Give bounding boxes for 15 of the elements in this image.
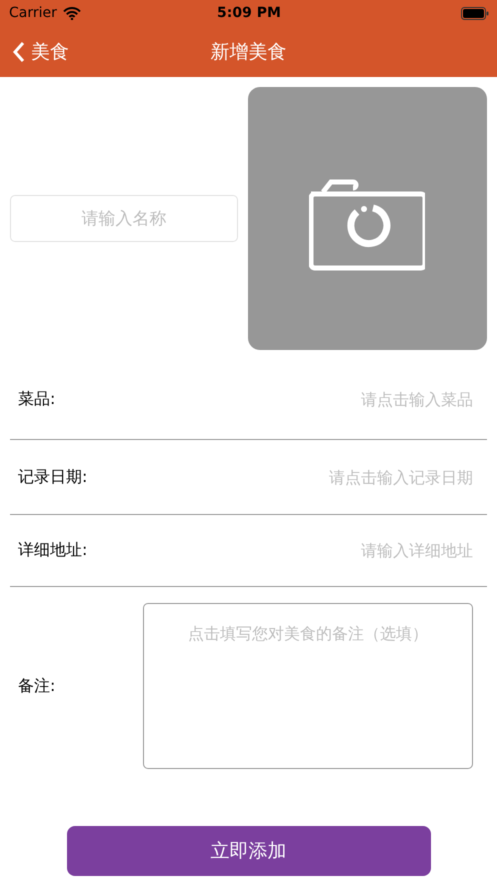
page-title: 新增美食 [210, 40, 286, 64]
back-button[interactable]: 美食 [12, 38, 69, 64]
clock-label: 5:09 PM [217, 5, 281, 21]
field-label: 记录日期: [18, 466, 88, 488]
field-label: 备注: [18, 676, 56, 696]
wifi-icon [62, 6, 81, 20]
name-field[interactable]: 请输入名称 [10, 195, 238, 242]
chevron-left-icon [12, 40, 25, 62]
carrier-label: Carrier [9, 5, 57, 21]
submit-button[interactable]: 立即添加 [66, 826, 430, 876]
photo-upload-button[interactable] [248, 87, 487, 350]
note-field[interactable]: 点击填写您对美食的备注（选填） [143, 603, 473, 769]
field-label: 详细地址: [18, 540, 88, 561]
battery-icon [460, 6, 489, 20]
field-label: 菜品: [18, 389, 56, 410]
